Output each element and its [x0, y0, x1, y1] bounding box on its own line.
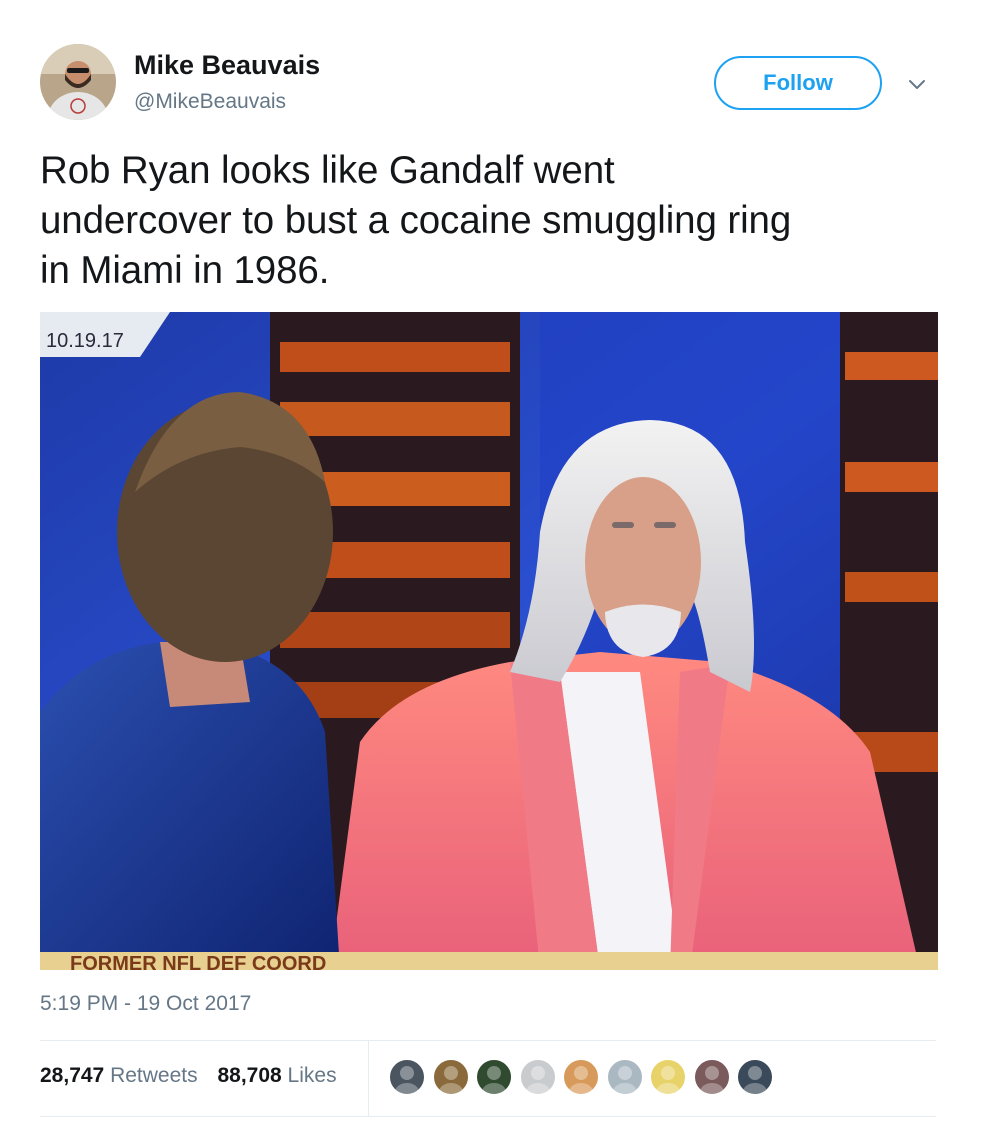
author-avatar[interactable]	[40, 44, 116, 120]
photo-lower-third: FORMER NFL DEF COORD	[70, 953, 326, 970]
likes-stat[interactable]: 88,708 Likes	[217, 1064, 336, 1088]
tweet-photo[interactable]: 10.19.17 FORMER NFL DEF COORD	[40, 312, 938, 970]
retweets-label: Retweets	[110, 1064, 198, 1087]
stats-separator	[368, 1040, 369, 1116]
liker-avatar-8[interactable]	[692, 1058, 731, 1096]
tweet-text-line: in Miami in 1986.	[40, 249, 330, 292]
liker-avatar-6[interactable]	[605, 1058, 644, 1096]
liker-avatar-7[interactable]	[649, 1058, 687, 1096]
tweet-timestamp[interactable]: 5:19 PM - 19 Oct 2017	[40, 992, 251, 1016]
retweets-stat[interactable]: 28,747 Retweets	[40, 1064, 198, 1088]
follow-button[interactable]: Follow	[714, 56, 882, 110]
liker-avatar-1[interactable]	[388, 1058, 426, 1096]
tweet-text-line: undercover to bust a cocaine smuggling r…	[40, 199, 792, 242]
tweet-header: Mike Beauvais @MikeBeauvais Follow	[40, 44, 950, 124]
tweet-text: Rob Ryan looks like Gandalf went underco…	[40, 146, 940, 296]
likes-label: Likes	[287, 1064, 337, 1087]
likes-count: 88,708	[217, 1064, 282, 1087]
liker-avatar-2[interactable]	[431, 1058, 470, 1096]
tweet-text-line: Rob Ryan looks like Gandalf went	[40, 149, 615, 192]
divider	[40, 1116, 936, 1117]
liker-avatar-4[interactable]	[518, 1058, 557, 1096]
photo-date-overlay: 10.19.17	[46, 330, 124, 352]
author-handle[interactable]: @MikeBeauvais	[134, 90, 286, 114]
likers-avatar-row	[388, 1058, 808, 1098]
author-name[interactable]: Mike Beauvais	[134, 50, 320, 81]
liker-avatar-5[interactable]	[562, 1058, 600, 1096]
divider	[40, 1040, 936, 1041]
liker-avatar-3[interactable]	[475, 1058, 513, 1096]
chevron-down-icon[interactable]	[902, 70, 932, 100]
tweet-stats: 28,747 Retweets 88,708 Likes	[40, 1064, 351, 1088]
liker-avatar-9[interactable]	[736, 1058, 774, 1096]
photo-scene: 10.19.17 FORMER NFL DEF COORD	[40, 312, 938, 970]
retweets-count: 28,747	[40, 1064, 105, 1087]
